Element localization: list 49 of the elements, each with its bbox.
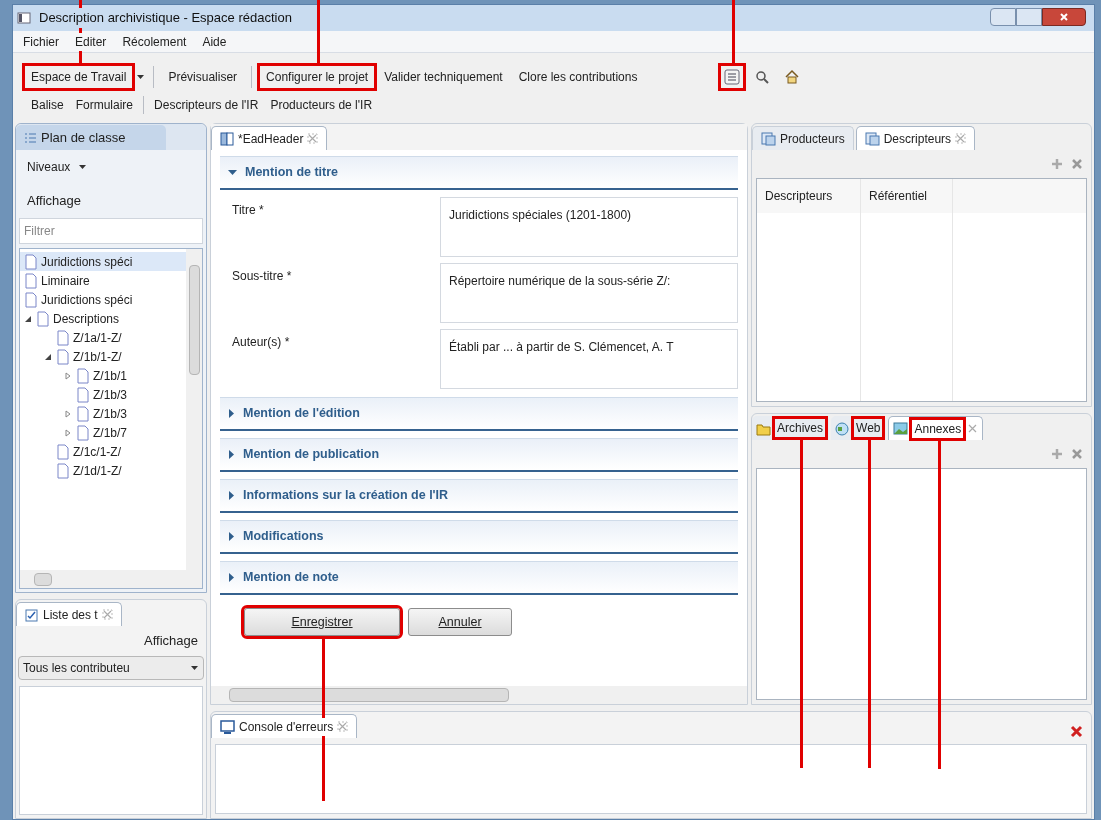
panel-tab[interactable]: *EadHeader	[211, 126, 328, 150]
text-field[interactable]: Établi par ... à partir de S. Clémencet, A. T	[440, 329, 738, 389]
section-header[interactable]: Mention de titre	[220, 156, 738, 190]
text-field[interactable]: Répertoire numérique de la sous-série Z/:	[440, 263, 738, 323]
filter-field[interactable]: Filtrer	[19, 218, 203, 244]
toolbar-button[interactable]: Balise	[29, 96, 66, 114]
tree-item[interactable]: Juridictions spéci	[20, 252, 186, 271]
tree-item[interactable]: Z/1a/1-Z/	[20, 328, 186, 347]
panel-tab[interactable]: Console d'erreurs	[211, 714, 358, 738]
menu-item[interactable]: Editer	[73, 32, 109, 51]
text-field[interactable]: Juridictions spéciales (1201-1800)	[440, 197, 738, 257]
toolbar-button[interactable]: Valider techniquement	[378, 66, 509, 88]
column-header[interactable]: Descripteurs	[757, 179, 860, 213]
toolbar-button[interactable]: Descripteurs de l'IR	[152, 96, 261, 114]
field-label: Auteur(s) *	[231, 334, 291, 351]
tree-item[interactable]: Z/1b/3	[20, 404, 186, 423]
toolbar-button[interactable]: Formulaire	[73, 96, 136, 114]
field-label: Sous-titre *	[231, 268, 293, 285]
tree-item[interactable]: Z/1b/7	[20, 423, 186, 442]
section-header[interactable]: Mention de l'édition	[220, 397, 738, 431]
field-label: Titre *	[231, 202, 265, 219]
tree-item[interactable]: Descriptions	[20, 309, 186, 328]
toolbar-button[interactable]: Clore les contributions	[512, 66, 644, 88]
toolbar-button[interactable]: Configurer le projet	[260, 66, 375, 88]
window-title: Description archivistique - Espace rédaction	[39, 8, 292, 28]
section-header[interactable]: Modifications	[220, 520, 738, 554]
section-header[interactable]: Mention de note	[220, 561, 738, 595]
column-header[interactable]: Référentiel	[861, 179, 952, 213]
tree-item[interactable]: Liminaire	[20, 271, 186, 290]
tree-item[interactable]: Z/1d/1-Z/	[20, 461, 186, 480]
contributor-dropdown[interactable]: Tous les contributeu	[18, 656, 204, 680]
workspace-dropdown[interactable]: Espace de Travail	[25, 66, 133, 88]
tree-item[interactable]: Z/1b/3	[20, 385, 186, 404]
tree-item[interactable]: Juridictions spéci	[20, 290, 186, 309]
form-button[interactable]: Annuler	[408, 608, 512, 636]
display-label: Affichage	[26, 192, 82, 211]
tree-item[interactable]: Z/1b/1	[20, 366, 186, 385]
tree-item[interactable]: Z/1c/1-Z/	[20, 442, 186, 461]
display-label: Affichage	[143, 632, 199, 651]
panel-tab[interactable]: Descripteurs	[855, 126, 976, 150]
section-header[interactable]: Informations sur la création de l'IR	[220, 479, 738, 513]
toolbar-button[interactable]: Producteurs de l'IR	[268, 96, 375, 114]
toolbar-button[interactable]: Prévisualiser	[162, 66, 244, 88]
levels-dropdown[interactable]: Niveaux	[27, 158, 71, 176]
panel-tab[interactable]: Plan de classe	[16, 125, 166, 150]
section-header[interactable]: Mention de publication	[220, 438, 738, 472]
panel-tab[interactable]: Producteurs	[752, 126, 854, 150]
tree-item[interactable]: Z/1b/1-Z/	[20, 347, 186, 366]
panel-tab[interactable]: Liste des t	[16, 602, 122, 626]
